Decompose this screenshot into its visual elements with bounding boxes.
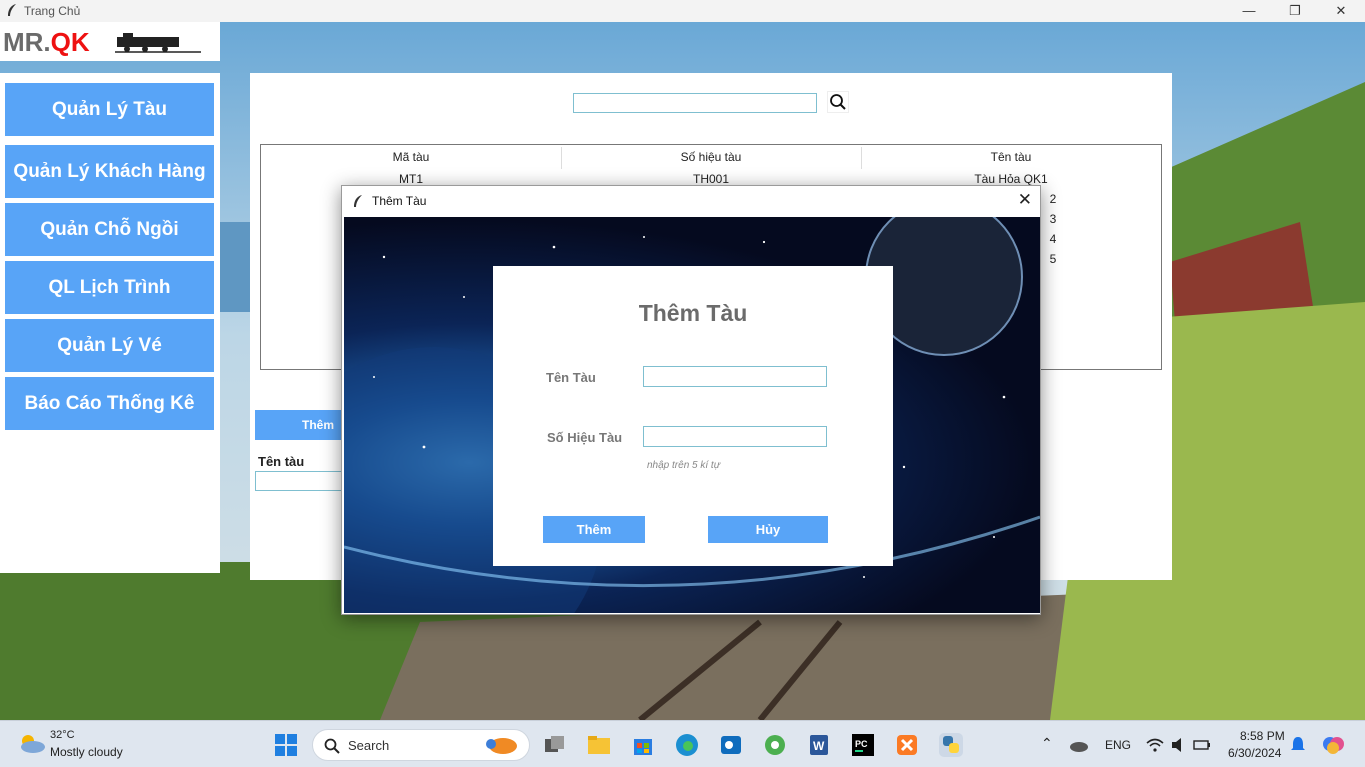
outlook-new-icon[interactable] xyxy=(719,733,743,757)
word-icon[interactable]: W xyxy=(807,733,831,757)
sidebar-item-quan-ly-khach-hang[interactable]: Quản Lý Khách Hàng xyxy=(5,145,214,198)
so-hieu-tau-field[interactable] xyxy=(643,426,827,447)
sidebar-item-quan-cho-ngoi[interactable]: Quản Chỗ Ngồi xyxy=(5,203,214,256)
task-view-icon[interactable] xyxy=(543,733,567,757)
search-highlight-icon xyxy=(486,738,517,754)
clock-date[interactable]: 6/30/2024 xyxy=(1228,746,1281,760)
search-icon xyxy=(324,738,340,754)
train-logo-icon xyxy=(115,33,201,53)
ten-tau-label: Tên Tàu xyxy=(546,370,596,385)
hint-text: nhập trên 5 kí tự xyxy=(647,460,721,471)
file-explorer-icon[interactable] xyxy=(587,733,611,757)
column-header-so-hieu-tau: Số hiệu tàu xyxy=(680,150,742,164)
cloudy-weather-icon[interactable] xyxy=(16,731,46,755)
battery-icon[interactable] xyxy=(1193,737,1211,753)
dialog-heading: Thêm Tàu xyxy=(638,300,748,326)
ten-tau-field[interactable] xyxy=(643,366,827,387)
space-background: Thêm Tàu Tên Tàu Số Hiệu Tàu nhập trên 5… xyxy=(344,217,1040,613)
svg-text:W: W xyxy=(813,739,825,753)
coccoc-icon[interactable] xyxy=(763,733,787,757)
sidebar-item-bao-cao-thong-ke[interactable]: Báo Cáo Thống Kê xyxy=(5,377,214,430)
taskbar-search-label: Search xyxy=(348,738,390,753)
close-button[interactable]: ✕ xyxy=(1318,2,1364,20)
search-icon xyxy=(830,94,846,110)
windows-start-icon[interactable] xyxy=(274,733,298,757)
table-cell-partial[interactable]: 3 xyxy=(1043,212,1063,226)
taskbar: 32°C Mostly cloudy Search W PC ⌃ ENG 8:5… xyxy=(0,720,1365,767)
taskbar-search[interactable]: Search xyxy=(312,729,530,761)
sidebar: Quản Lý Tàu Quản Lý Khách Hàng Quản Chỗ … xyxy=(0,73,220,573)
volume-icon[interactable] xyxy=(1170,737,1188,753)
table-cell-so-hieu[interactable]: TH001 xyxy=(561,172,861,186)
search-input[interactable] xyxy=(573,93,817,113)
submit-button[interactable]: Thêm xyxy=(543,516,645,543)
python-app-icon[interactable] xyxy=(939,733,963,757)
dialog-titlebar: Thêm Tàu ✕ xyxy=(342,186,1040,217)
table-cell-partial[interactable]: 2 xyxy=(1043,192,1063,206)
dialog-close-button[interactable]: ✕ xyxy=(1018,190,1032,210)
wifi-icon[interactable] xyxy=(1146,737,1164,753)
sidebar-item-quan-ly-tau[interactable]: Quản Lý Tàu xyxy=(5,83,214,136)
table-cell-partial[interactable]: 4 xyxy=(1043,232,1063,246)
table-cell-partial[interactable]: 5 xyxy=(1043,252,1063,266)
weather-temp: 32°C xyxy=(50,729,75,741)
sidebar-item-ql-lich-trinh[interactable]: QL Lịch Trình xyxy=(5,261,214,314)
table-cell-ma[interactable]: MT1 xyxy=(261,172,561,186)
notification-bell-icon[interactable] xyxy=(1290,736,1306,754)
maximize-button[interactable]: ❐ xyxy=(1272,2,1318,20)
sidebar-item-quan-ly-ve[interactable]: Quản Lý Vé xyxy=(5,319,214,372)
feather-icon xyxy=(8,4,16,16)
language-indicator[interactable]: ENG xyxy=(1105,738,1131,752)
svg-text:PC: PC xyxy=(855,739,868,749)
microsoft-store-icon[interactable] xyxy=(631,733,655,757)
table-cell-ten[interactable]: Tàu Hỏa QK1 xyxy=(861,172,1161,186)
column-header-ma-tau: Mã tàu xyxy=(392,150,430,164)
logo-area: MR.QK xyxy=(0,22,220,61)
logo-text: MR.QK xyxy=(3,27,90,57)
so-hieu-tau-label: Số Hiệu Tàu xyxy=(547,430,623,445)
column-header-ten-tau: Tên tàu xyxy=(990,150,1032,164)
clock-time[interactable]: 8:58 PM xyxy=(1240,729,1285,743)
pycharm-icon[interactable]: PC xyxy=(851,733,875,757)
cancel-button[interactable]: Hủy xyxy=(708,516,828,543)
form-card: Thêm Tàu Tên Tàu Số Hiệu Tàu nhập trên 5… xyxy=(493,266,893,566)
chevron-up-icon[interactable]: ⌃ xyxy=(1041,735,1053,752)
weather-desc: Mostly cloudy xyxy=(50,745,123,759)
copilot-icon[interactable] xyxy=(1322,734,1346,756)
xampp-icon[interactable] xyxy=(895,733,919,757)
window-title: Trang Chủ xyxy=(24,4,81,18)
minimize-button[interactable]: — xyxy=(1226,2,1272,20)
feather-icon xyxy=(354,195,362,207)
ten-tau-label: Tên tàu xyxy=(258,454,305,469)
window-titlebar: Trang Chủ — ❐ ✕ xyxy=(0,0,1365,22)
add-train-dialog: Thêm Tàu ✕ Thêm Tàu Tên Tàu Số Hiệu Tàu … xyxy=(341,185,1041,615)
dialog-title: Thêm Tàu xyxy=(372,194,427,208)
edge-browser-icon[interactable] xyxy=(675,733,699,757)
search-button[interactable] xyxy=(827,91,849,113)
onedrive-cloud-icon[interactable] xyxy=(1068,736,1090,754)
